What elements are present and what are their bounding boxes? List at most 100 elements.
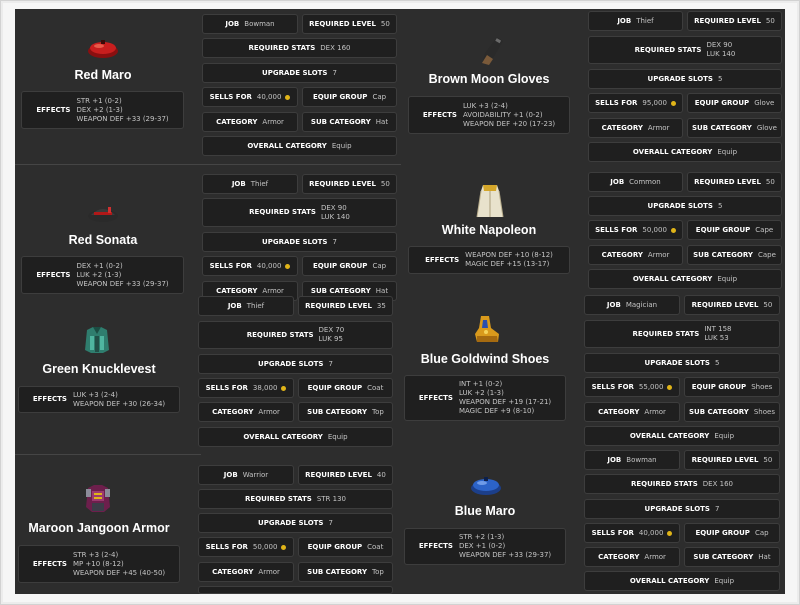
required-stat-value: INT 158 [704, 325, 732, 333]
job-cell: JOB Bowman [584, 450, 680, 470]
required-level-label: REQUIRED LEVEL [691, 455, 759, 464]
sub-category-label: SUB CATEGORY [307, 567, 368, 576]
upgrade-slots-value: 7 [328, 518, 333, 527]
effects-label: EFFECTS [418, 542, 453, 550]
sub-category-label: SUB CATEGORY [692, 123, 752, 132]
job-label: JOB [223, 470, 238, 479]
category-value: Armor [262, 117, 284, 126]
equip-group-cell: EQUIP GROUP Cape [687, 220, 782, 240]
job-label: JOB [610, 177, 625, 186]
required-stats-cell: REQUIRED STATS STR 130 [198, 489, 393, 509]
effects-label: EFFECTS [418, 393, 453, 402]
job-value: Common [629, 177, 661, 186]
upgrade-slots-label: UPGRADE SLOTS [258, 518, 324, 527]
equip-group-cell: EQUIP GROUP Glove [687, 93, 782, 113]
equip-group-cell: EQUIP GROUP Shoes [684, 377, 780, 397]
job-cell: JOB Thief [198, 296, 294, 316]
required-stat-value: DEX 70 [318, 326, 345, 334]
upgrade-slots-label: UPGRADE SLOTS [262, 237, 328, 246]
overall-category-cell: OVERALL CATEGORY Equip [198, 427, 393, 447]
required-stats-label: REQUIRED STATS [634, 45, 702, 54]
sells-for-value: 55,000 [638, 382, 664, 391]
effects-label: EFFECTS [425, 255, 460, 264]
sells-for-value: 40,000 [256, 92, 282, 101]
sells-for-cell: SELLS FOR 50,000 [588, 220, 683, 240]
required-level-value: 50 [765, 16, 775, 25]
upgrade-slots-cell: UPGRADE SLOTS 5 [588, 196, 782, 216]
item-name: White Napoleon [441, 223, 537, 237]
sub-category-cell: SUB CATEGORY Cape [687, 245, 782, 265]
job-label: JOB [227, 301, 242, 310]
upgrade-slots-label: UPGRADE SLOTS [644, 358, 710, 367]
required-stats-cell: REQUIRED STATS DEX 90 LUK 140 [588, 36, 782, 64]
sells-for-cell: SELLS FOR 38,000 [198, 378, 294, 398]
upgrade-slots-value: 5 [714, 358, 720, 367]
sub-category-cell: SUB CATEGORY Glove [687, 118, 782, 138]
effect-line: DEX +2 (1-3) [76, 105, 123, 114]
item-name: Red Maro [74, 68, 132, 82]
effect-line: WEAPON DEF +45 (40-50) [72, 568, 166, 577]
sub-category-value: Top [372, 567, 384, 576]
item-name: Maroon Jangoon Armor [28, 521, 170, 535]
effect-line: WEAPON DEF +30 (26-34) [72, 399, 166, 408]
equip-group-value: Cap [754, 528, 769, 537]
required-stats-list: DEX 70 LUK 95 [319, 326, 345, 344]
required-level-value: 40 [376, 470, 386, 479]
equip-group-value: Cape [755, 225, 774, 234]
job-cell: JOB Bowman [202, 14, 298, 34]
required-level-value: 35 [376, 301, 386, 310]
effects-label: EFFECTS [32, 559, 67, 568]
job-value: Bowman [626, 455, 657, 464]
sub-category-value: Cape [757, 250, 776, 259]
required-level-value: 50 [763, 300, 773, 309]
required-stats-label: REQUIRED STATS [631, 479, 698, 488]
category-cell: CATEGORY Armor [588, 245, 683, 265]
category-value: Armor [644, 407, 666, 416]
upgrade-slots-value: 7 [332, 237, 337, 246]
upgrade-slots-cell: UPGRADE SLOTS 7 [202, 63, 397, 83]
required-level-value: 50 [763, 455, 773, 464]
equip-group-value: Cap [372, 261, 387, 270]
sells-for-cell: SELLS FOR 40,000 [202, 256, 298, 276]
sub-category-cell: SUB CATEGORY Hat [302, 112, 397, 132]
required-level-value: 50 [380, 19, 390, 28]
sells-for-cell: SELLS FOR 40,000 [584, 523, 680, 543]
item-name: Brown Moon Gloves [428, 72, 550, 86]
category-label: CATEGORY [598, 552, 640, 561]
equip-group-label: EQUIP GROUP [312, 261, 368, 270]
required-stat-value: DEX 90 [320, 203, 347, 212]
job-cell: JOB Magician [584, 295, 680, 315]
required-stat-value: LUK 95 [318, 335, 343, 343]
job-value: Thief [250, 179, 269, 188]
upgrade-slots-label: UPGRADE SLOTS [647, 74, 713, 83]
job-value: Bowman [244, 19, 275, 28]
category-value: Armor [262, 286, 284, 295]
category-value: Armor [647, 123, 670, 132]
job-cell: JOB Common [588, 172, 683, 192]
job-label: JOB [607, 455, 622, 464]
sub-category-value: Shoes [753, 407, 775, 416]
upgrade-slots-cell: UPGRADE SLOTS 5 [588, 69, 782, 89]
upgrade-slots-label: UPGRADE SLOTS [647, 201, 713, 210]
equip-group-label: EQUIP GROUP [307, 542, 363, 551]
sub-category-value: Glove [756, 123, 777, 132]
category-value: Armor [258, 567, 280, 576]
required-stats-cell: REQUIRED STATS INT 158 LUK 53 [584, 320, 780, 348]
effects-list: INT +1 (0-2) LUK +2 (1-3) WEAPON DEF +19… [459, 380, 551, 416]
category-label: CATEGORY [216, 117, 258, 126]
overall-category-value: Equip [327, 432, 348, 441]
effects-list: WEAPON DEF +10 (8-12) MAGIC DEF +15 (13-… [465, 251, 553, 269]
effect-line: AVOIDABILITY +1 (0-2) [462, 110, 543, 119]
job-cell: JOB Thief [202, 174, 298, 194]
equip-group-label: EQUIP GROUP [691, 382, 747, 391]
sub-category-label: SUB CATEGORY [689, 407, 749, 416]
required-level-value: 50 [380, 179, 390, 188]
sells-for-cell: SELLS FOR 50,000 [198, 537, 294, 557]
required-stats-list: DEX 90 LUK 140 [321, 204, 350, 222]
required-stat-value: DEX 160 [702, 479, 733, 488]
effect-line: STR +3 (2-4) [72, 550, 119, 559]
category-cell: CATEGORY Armor [198, 402, 294, 422]
category-cell: CATEGORY Armor [584, 547, 680, 567]
effect-line: STR +1 (0-2) [76, 96, 122, 105]
moon-gloves-icon [482, 37, 503, 65]
